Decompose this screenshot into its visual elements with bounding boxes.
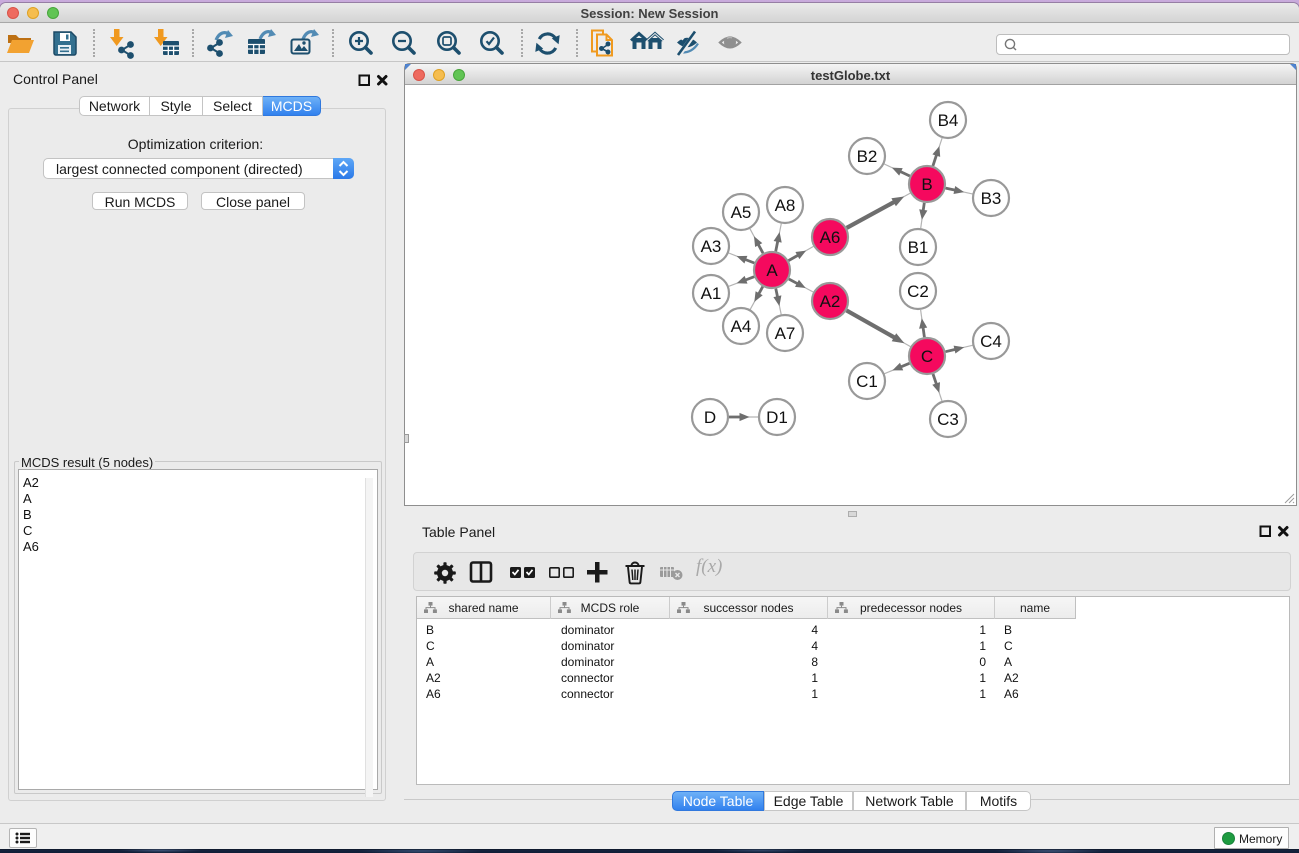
svg-text:B4: B4: [938, 111, 959, 130]
svg-text:A3: A3: [701, 237, 722, 256]
svg-text:C2: C2: [907, 282, 929, 301]
svg-text:D1: D1: [766, 408, 788, 427]
svg-text:B3: B3: [981, 189, 1002, 208]
svg-text:A2: A2: [820, 292, 841, 311]
svg-text:C: C: [921, 347, 933, 366]
svg-text:C1: C1: [856, 372, 878, 391]
svg-text:A6: A6: [820, 228, 841, 247]
svg-text:B: B: [921, 175, 932, 194]
svg-text:C3: C3: [937, 410, 959, 429]
svg-text:A4: A4: [731, 317, 752, 336]
svg-text:A: A: [766, 261, 778, 280]
svg-text:B1: B1: [908, 238, 929, 257]
svg-text:A1: A1: [701, 284, 722, 303]
svg-text:D: D: [704, 408, 716, 427]
svg-text:C4: C4: [980, 332, 1002, 351]
svg-text:A8: A8: [775, 196, 796, 215]
svg-text:A5: A5: [731, 203, 752, 222]
svg-text:B2: B2: [857, 147, 878, 166]
svg-text:A7: A7: [775, 324, 796, 343]
